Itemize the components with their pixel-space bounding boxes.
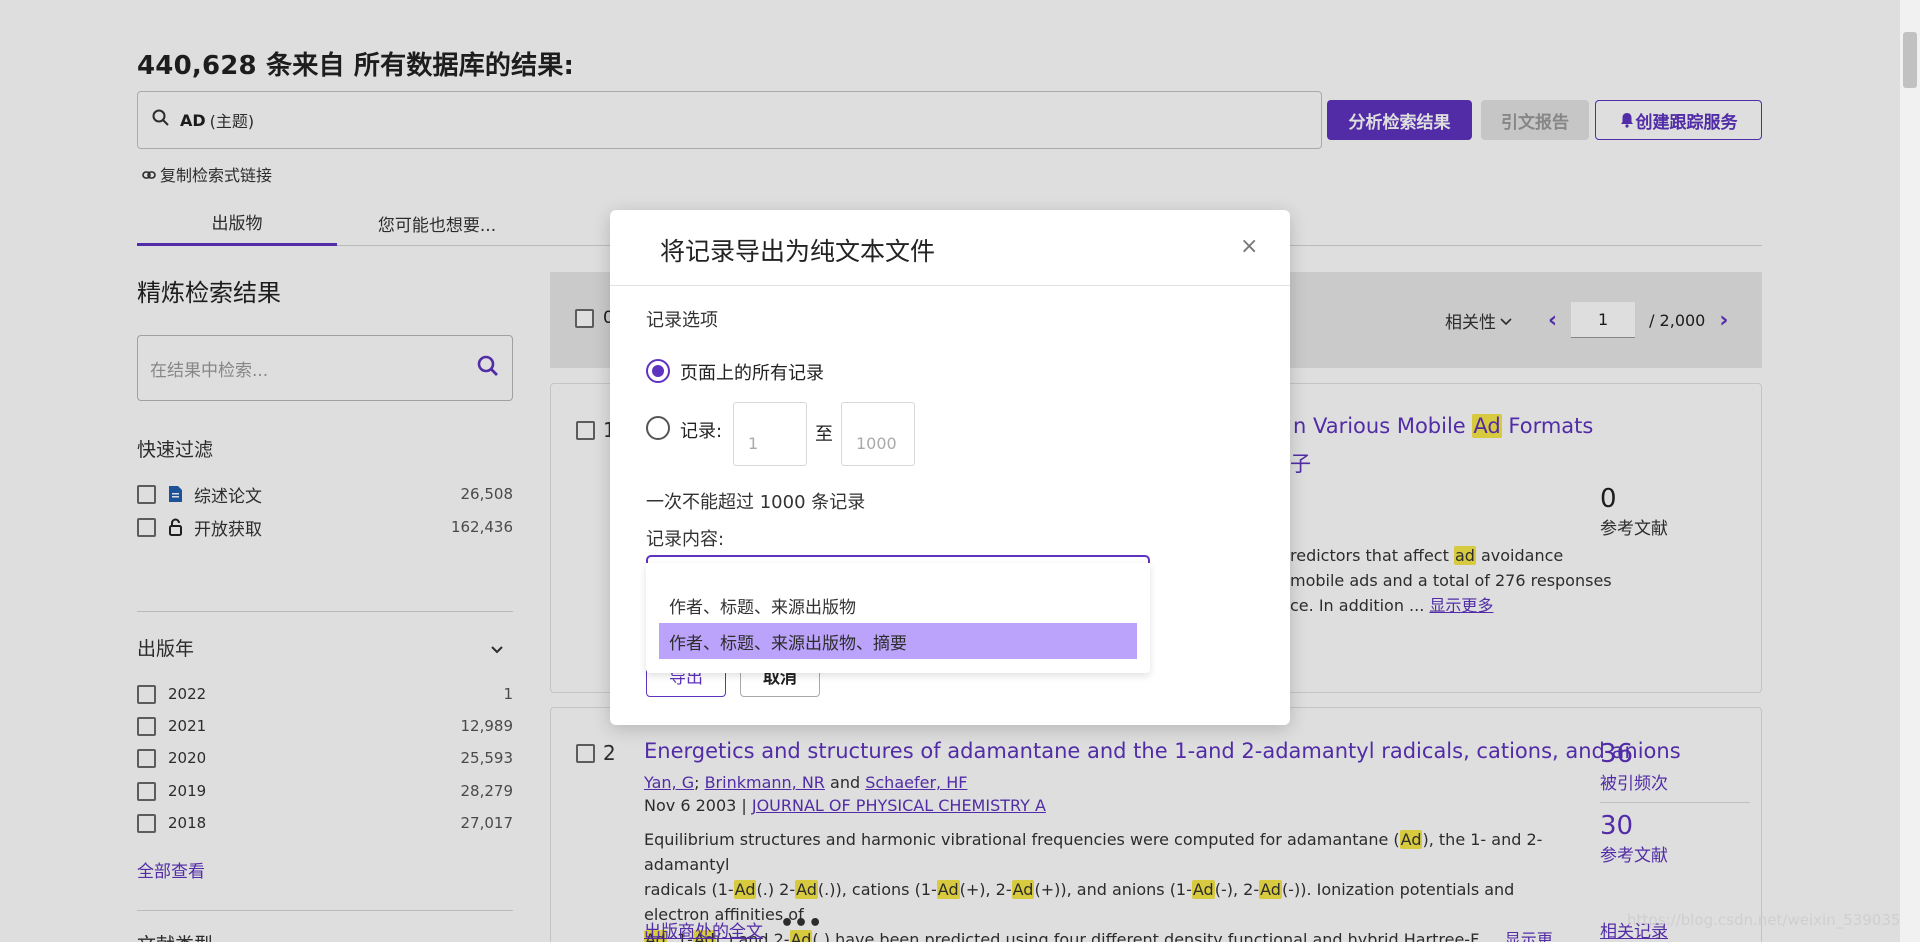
range-to-input[interactable]: 1000 — [841, 402, 915, 466]
close-icon[interactable]: × — [1240, 234, 1258, 259]
dropdown-option-selected[interactable]: 作者、标题、来源出版物、摘要 — [659, 623, 1137, 659]
divider — [610, 285, 1290, 286]
record-content-dropdown: 作者、标题、来源出版物 作者、标题、来源出版物、摘要 — [646, 563, 1150, 673]
record-range-label[interactable]: 记录: — [680, 417, 722, 443]
radio-all-records[interactable] — [646, 359, 670, 383]
dialog-title: 将记录导出为纯文本文件 — [660, 237, 936, 266]
dropdown-option[interactable]: 作者、标题、来源出版物 — [659, 587, 1137, 623]
all-records-label[interactable]: 页面上的所有记录 — [680, 359, 824, 385]
export-dialog: 将记录导出为纯文本文件 × 记录选项 页面上的所有记录 记录: 1 至 1000… — [610, 210, 1290, 725]
record-options-label: 记录选项 — [646, 310, 718, 331]
limit-note: 一次不能超过 1000 条记录 — [646, 492, 866, 513]
record-content-label: 记录内容: — [646, 529, 725, 550]
watermark: https://blog.csdn.net/weixin_53903550 — [1627, 911, 1920, 929]
radio-record-range[interactable] — [646, 416, 670, 440]
scrollbar-thumb[interactable] — [1903, 32, 1917, 88]
range-from-input[interactable]: 1 — [733, 402, 807, 466]
page-scrollbar[interactable] — [1900, 0, 1920, 942]
range-to-label: 至 — [815, 424, 833, 445]
page: 440,628 条来自 所有数据库的结果: AD (主题) 分析检索结果 引文报… — [0, 0, 1920, 942]
